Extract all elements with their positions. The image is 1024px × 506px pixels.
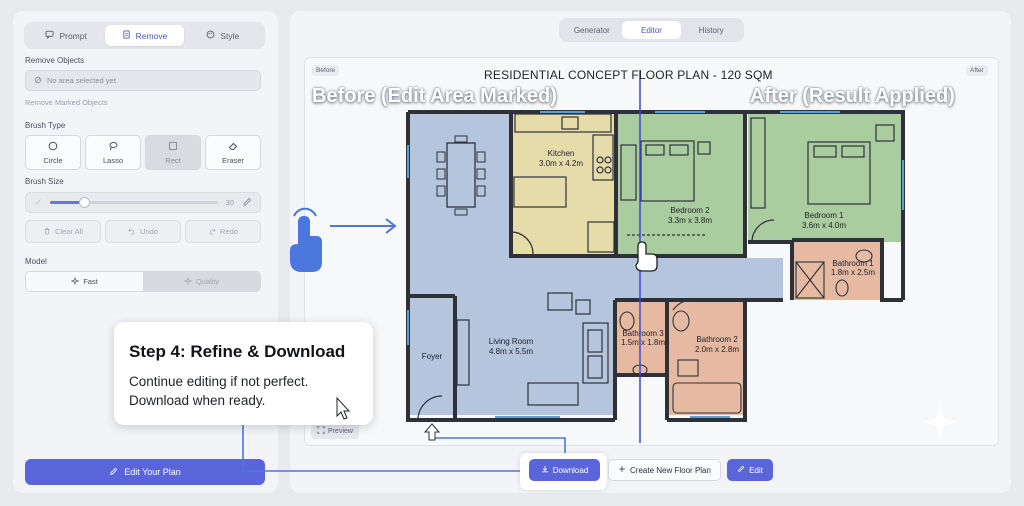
callout-title: Step 4: Refine & Download	[129, 342, 346, 361]
bathroom2-size: 2.0m x 2.8m	[695, 345, 739, 354]
bathroom2-fill	[667, 300, 745, 415]
pencil-icon	[737, 465, 745, 475]
hallway-fill	[408, 258, 783, 300]
step-callout-card: Step 4: Refine & Download Continue editi…	[114, 322, 373, 425]
bathroom3-name: Bathroom 3	[622, 329, 664, 338]
plan-title: RESIDENTIAL CONCEPT FLOOR PLAN - 120 SQM	[484, 68, 773, 82]
plus-icon	[618, 465, 626, 475]
kitchen-size: 3.0m x 4.2m	[539, 159, 583, 168]
after-tag: After	[966, 65, 988, 76]
before-tag: Before	[312, 65, 340, 76]
foyer-name: Foyer	[422, 352, 443, 361]
bedroom2-size: 3.3m x 3.8m	[668, 216, 712, 225]
living-room-name: Living Room	[489, 337, 534, 346]
kitchen-fill	[511, 112, 616, 256]
edit-label: Edit	[749, 465, 763, 475]
preview-icon	[317, 426, 325, 436]
edit-button[interactable]: Edit	[727, 459, 773, 481]
create-new-floor-plan-label: Create New Floor Plan	[630, 465, 711, 475]
bedroom2-name: Bedroom 2	[670, 206, 710, 215]
kitchen-name: Kitchen	[548, 149, 575, 158]
tap-hand-icon	[290, 207, 322, 272]
sparkle-decoration-icon	[923, 405, 957, 439]
create-new-floor-plan-button[interactable]: Create New Floor Plan	[608, 459, 721, 481]
download-button[interactable]: Download	[529, 459, 600, 481]
bathroom2-name: Bathroom 2	[696, 335, 738, 344]
callout-line-2: Download when ready.	[129, 393, 266, 408]
bathroom3-size: 1.5m x 1.8m	[621, 338, 665, 347]
connector-lines	[242, 425, 566, 472]
bathroom1-name: Bathroom 1	[832, 259, 874, 268]
preview-label: Preview	[328, 427, 353, 435]
download-icon	[541, 465, 549, 475]
before-heading: Before (Edit Area Marked)	[312, 85, 557, 107]
preview-button[interactable]: Preview	[311, 423, 359, 439]
download-label: Download	[552, 465, 589, 475]
bedroom1-size: 3.6m x 4.0m	[802, 221, 846, 230]
bedroom1-name: Bedroom 1	[804, 211, 844, 220]
callout-line-1: Continue editing if not perfect.	[129, 374, 309, 389]
after-heading: After (Result Applied)	[750, 85, 955, 107]
living-room-size: 4.8m x 5.5m	[489, 347, 533, 356]
right-arrow-icon	[330, 218, 397, 234]
bathroom1-size: 1.8m x 2.5m	[831, 268, 875, 277]
